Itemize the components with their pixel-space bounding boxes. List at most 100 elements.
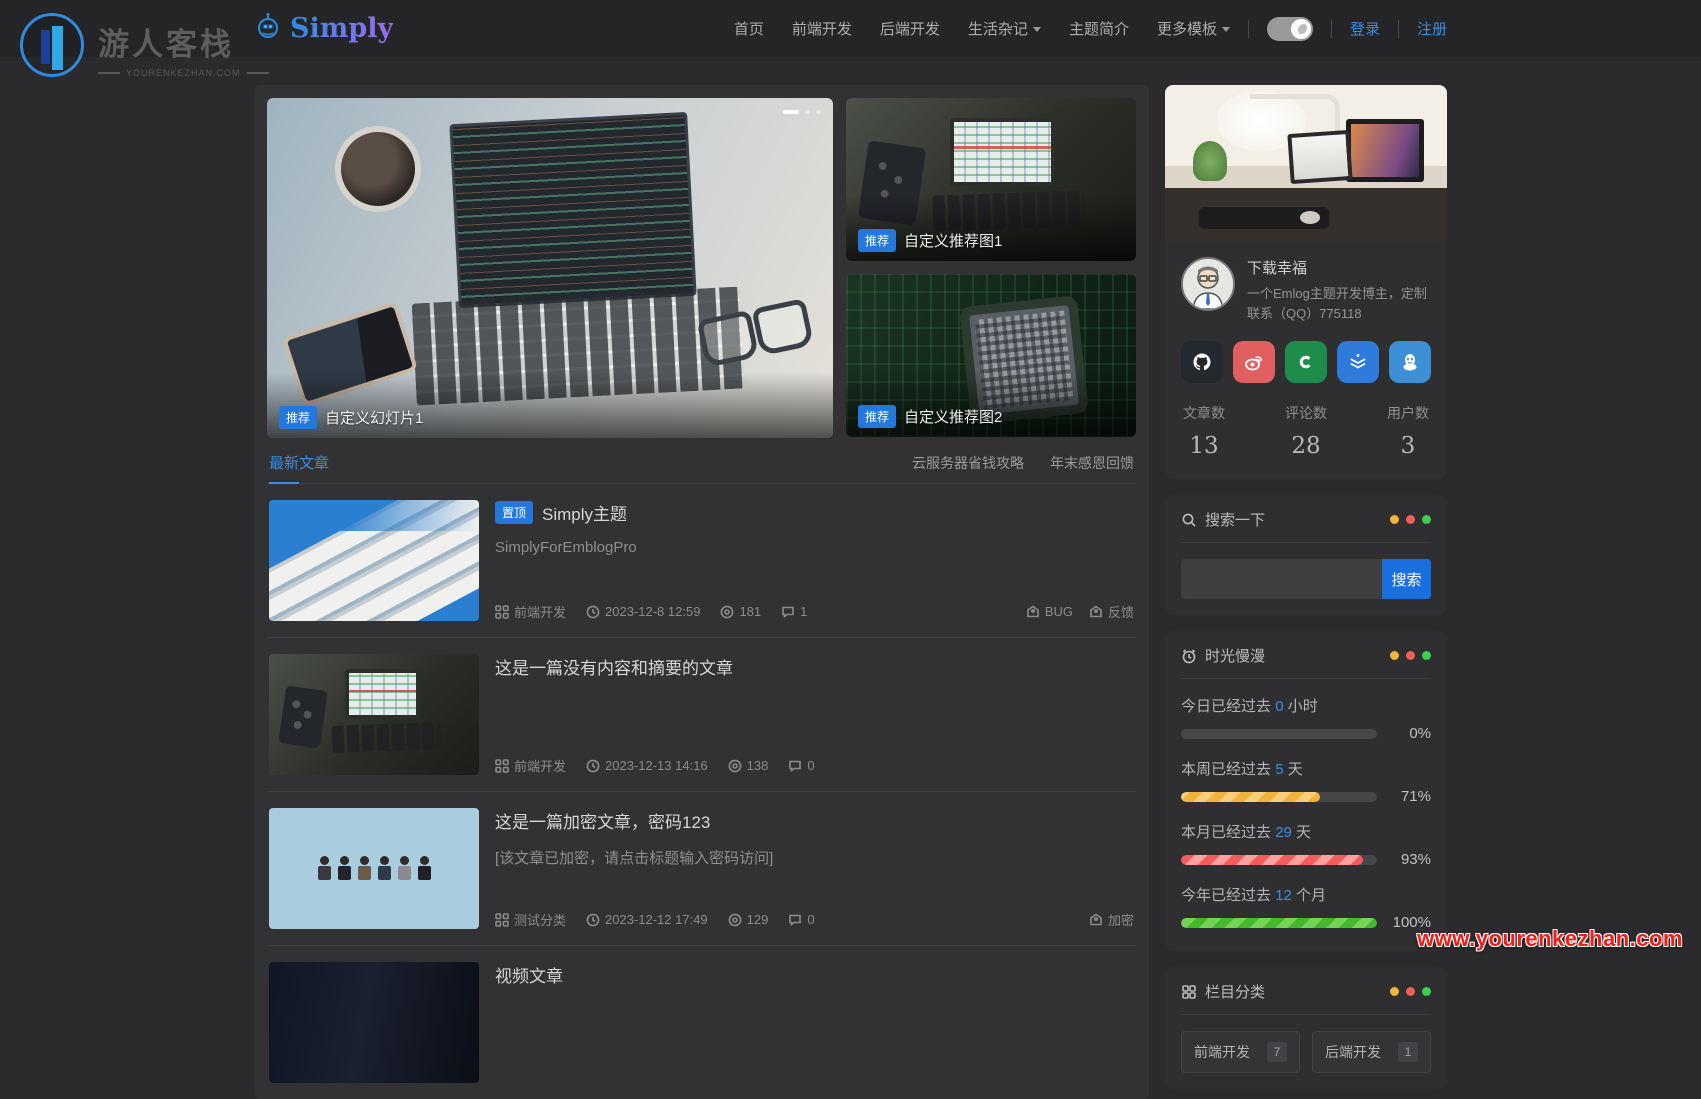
tab-link-cloud-server[interactable]: 云服务器省钱攻略 <box>912 453 1024 473</box>
indicator-dot[interactable] <box>816 110 821 114</box>
article-category[interactable]: 前端开发 <box>495 756 566 775</box>
article-list: 置顶 Simply主题 SimplyForEmblogPro 前端开发 2023… <box>267 484 1136 1099</box>
dark-mode-toggle[interactable] <box>1267 17 1313 41</box>
url-watermark: www.yourenkezhan.com <box>1417 926 1683 952</box>
article-comments: 1 <box>781 604 807 619</box>
category-grid-icon <box>495 605 509 619</box>
comment-icon <box>781 605 795 619</box>
social-links <box>1181 341 1431 383</box>
featured-image-1[interactable]: 推荐 自定义推荐图1 <box>846 98 1136 261</box>
article-comments: 0 <box>788 758 814 773</box>
carousel-indicators[interactable] <box>783 110 821 114</box>
indicator-dot[interactable] <box>805 110 810 114</box>
article-thumbnail[interactable] <box>269 962 479 1083</box>
header: Simply 首页 前端开发 后端开发 生活杂记 主题简介 更多模板 登录 注册 <box>0 0 1701 57</box>
widget-title: 时光慢漫 <box>1205 645 1265 666</box>
comment-icon <box>788 759 802 773</box>
carousel-slide[interactable]: 推荐 自定义幻灯片1 <box>267 98 833 438</box>
eye-icon <box>728 759 742 773</box>
progress-track <box>1181 855 1377 865</box>
tag-link-feedback[interactable]: 反馈 <box>1089 602 1134 621</box>
article-excerpt: [该文章已加密，请点击标题输入密码访问] <box>495 847 1134 868</box>
main-panel: 推荐 自定义幻灯片1 推荐 自定义推荐图1 推荐 自定义推荐图2 <box>254 85 1149 1099</box>
robot-logo-icon <box>254 12 282 45</box>
watermark-site-domain: YOURENKEZHAN.COM <box>98 68 269 78</box>
clock-icon <box>586 605 600 619</box>
article-category[interactable]: 测试分类 <box>495 910 566 929</box>
time-progress-week: 本周已经过去 5 天 71% <box>1181 758 1431 805</box>
article-category[interactable]: 前端开发 <box>495 602 566 621</box>
article-thumbnail[interactable] <box>269 654 479 775</box>
nav-item-more-templates[interactable]: 更多模板 <box>1157 18 1230 39</box>
progress-percent: 71% <box>1387 788 1431 805</box>
eye-icon <box>728 913 742 927</box>
category-count: 7 <box>1267 1042 1287 1062</box>
feature-caption[interactable]: 自定义推荐图2 <box>904 406 1002 427</box>
profile-bio: 一个Emlog主题开发博主，定制联系（QQ）775118 <box>1247 284 1431 323</box>
stat-label: 文章数 <box>1183 403 1225 423</box>
clock-icon <box>586 913 600 927</box>
pinned-badge: 置顶 <box>495 501 533 524</box>
categories-widget: 栏目分类 前端开发 7 后端开发 1 <box>1165 967 1447 1089</box>
toggle-knob <box>1291 19 1311 39</box>
stat-label: 用户数 <box>1387 403 1429 423</box>
moon-icon <box>1295 22 1307 34</box>
tag-icon <box>1089 605 1103 619</box>
tab-link-year-end[interactable]: 年末感恩回馈 <box>1050 453 1134 473</box>
eye-icon <box>720 605 734 619</box>
nav-item-home[interactable]: 首页 <box>734 18 764 39</box>
tag-link-encrypted[interactable]: 加密 <box>1089 910 1134 929</box>
main-nav: 首页 前端开发 后端开发 生活杂记 主题简介 更多模板 <box>734 18 1230 39</box>
double-chevron-down-icon[interactable] <box>1337 341 1379 383</box>
avatar[interactable] <box>1181 257 1235 311</box>
article-thumbnail[interactable] <box>269 500 479 621</box>
weibo-icon[interactable] <box>1233 341 1275 383</box>
article-views: 138 <box>728 758 769 773</box>
nav-item-theme-intro[interactable]: 主题简介 <box>1069 18 1129 39</box>
grid-icon <box>1181 984 1197 1000</box>
nav-item-frontend[interactable]: 前端开发 <box>792 18 852 39</box>
divider <box>1331 20 1332 38</box>
category-frontend[interactable]: 前端开发 7 <box>1181 1031 1300 1073</box>
search-input[interactable] <box>1181 559 1382 599</box>
article-tabbar: 最新文章 云服务器省钱攻略 年末感恩回馈 <box>267 452 1136 484</box>
slide-caption[interactable]: 自定义幻灯片1 <box>325 407 423 428</box>
tab-latest-articles[interactable]: 最新文章 <box>269 452 329 473</box>
article-title[interactable]: 这是一篇加密文章，密码123 <box>495 808 710 833</box>
nav-item-backend[interactable]: 后端开发 <box>880 18 940 39</box>
logo-text: Simply <box>290 13 393 44</box>
feature-caption[interactable]: 自定义推荐图1 <box>904 230 1002 251</box>
article-title[interactable]: Simply主题 <box>542 500 627 525</box>
article-date: 2023-12-8 12:59 <box>586 604 700 619</box>
tag-icon <box>1026 605 1040 619</box>
article-title[interactable]: 视频文章 <box>495 962 563 987</box>
article-row: 这是一篇加密文章，密码123 [该文章已加密，请点击标题输入密码访问] 测试分类… <box>267 792 1136 946</box>
category-backend[interactable]: 后端开发 1 <box>1312 1031 1431 1073</box>
site-logo[interactable]: Simply <box>254 12 393 45</box>
article-row: 置顶 Simply主题 SimplyForEmblogPro 前端开发 2023… <box>267 484 1136 638</box>
profile-stats: 文章数 13 评论数 28 用户数 3 <box>1181 403 1431 463</box>
search-widget: 搜索一下 搜索 <box>1165 495 1447 615</box>
recommend-badge: 推荐 <box>279 406 317 429</box>
article-thumbnail[interactable] <box>269 808 479 929</box>
profile-name[interactable]: 下载幸福 <box>1247 257 1431 278</box>
widget-title: 搜索一下 <box>1205 509 1265 530</box>
login-link[interactable]: 登录 <box>1350 18 1380 39</box>
featured-image-2[interactable]: 推荐 自定义推荐图2 <box>846 274 1136 437</box>
progress-track <box>1181 918 1377 928</box>
nav-item-life[interactable]: 生活杂记 <box>968 18 1041 39</box>
widget-dots <box>1390 987 1431 996</box>
qq-icon[interactable] <box>1389 341 1431 383</box>
github-icon[interactable] <box>1181 341 1223 383</box>
search-button[interactable]: 搜索 <box>1382 559 1431 599</box>
csdn-icon[interactable] <box>1285 341 1327 383</box>
time-progress-month: 本月已经过去 29 天 93% <box>1181 821 1431 868</box>
register-link[interactable]: 注册 <box>1417 18 1447 39</box>
article-title[interactable]: 这是一篇没有内容和摘要的文章 <box>495 654 733 679</box>
search-icon <box>1181 512 1197 528</box>
article-views: 129 <box>728 912 769 927</box>
divider <box>1248 20 1249 38</box>
tag-link-bug[interactable]: BUG <box>1026 602 1073 621</box>
indicator-active[interactable] <box>783 110 799 114</box>
tag-icon <box>1089 913 1103 927</box>
